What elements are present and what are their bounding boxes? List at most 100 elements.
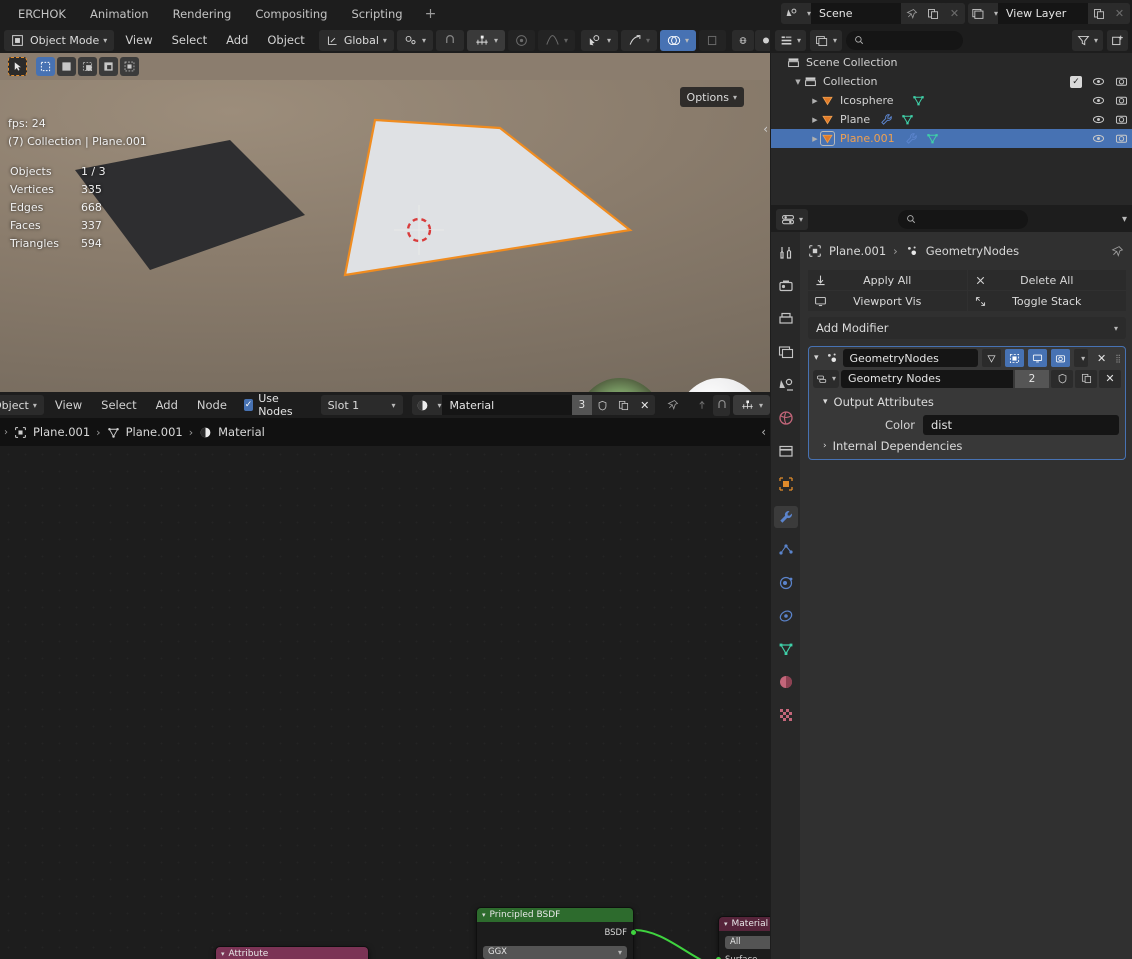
node-attribute-header[interactable]: ▾ Attribute: [216, 947, 368, 959]
breadcrumb-material[interactable]: Material: [199, 425, 265, 439]
shader-menu-node[interactable]: Node: [189, 395, 235, 416]
workspace-tab-4[interactable]: Scripting: [339, 0, 414, 27]
output-attributes-section[interactable]: ▾ Output Attributes: [809, 391, 1125, 413]
hide-in-viewport-icon[interactable]: [1092, 94, 1105, 107]
collapse-chevron-icon[interactable]: ▾: [221, 950, 225, 958]
use-nodes-toggle[interactable]: ✓ Use Nodes: [243, 392, 304, 418]
outliner-row-scene-collection[interactable]: Scene Collection: [771, 53, 1132, 72]
properties-pin-icon[interactable]: [1111, 245, 1124, 258]
select-extend-button[interactable]: [57, 57, 76, 76]
properties-breadcrumb-modifier[interactable]: GeometryNodes: [926, 244, 1019, 258]
proportional-edit-toggle[interactable]: ▾: [466, 29, 505, 51]
new-viewlayer-button[interactable]: [1088, 3, 1109, 24]
node-group-duplicate-button[interactable]: [1075, 369, 1097, 388]
modifier-name-field[interactable]: GeometryNodes: [842, 349, 979, 367]
properties-tab-collection[interactable]: [774, 440, 798, 462]
apply-all-button[interactable]: Apply All: [808, 270, 967, 290]
disable-in-render-icon[interactable]: [1115, 75, 1128, 88]
disclosure-triangle-icon[interactable]: ▶: [809, 97, 821, 105]
shader-sidebar-toggle[interactable]: ‹: [761, 425, 766, 439]
node-principled-bsdf[interactable]: ▾ Principled BSDF BSDF GGX ▾: [476, 907, 637, 959]
node-material-output-header[interactable]: ▾ Material Ou: [719, 917, 770, 931]
hide-in-viewport-icon[interactable]: [1092, 113, 1105, 126]
browse-node-group-button[interactable]: ▾: [813, 369, 839, 388]
shader-menu-select[interactable]: Select: [93, 395, 144, 416]
collapse-chevron-icon[interactable]: ▾: [724, 920, 728, 928]
pin-icon[interactable]: [901, 8, 923, 20]
select-invert-button[interactable]: [99, 57, 118, 76]
gizmo-toggle[interactable]: ▾: [621, 29, 658, 51]
tweak-tool-button[interactable]: [8, 57, 27, 76]
select-subtract-button[interactable]: [78, 57, 97, 76]
mesh-data-icon[interactable]: [901, 113, 914, 126]
shader-menu-add[interactable]: Add: [148, 395, 186, 416]
disable-in-render-icon[interactable]: [1115, 132, 1128, 145]
duplicate-material-button[interactable]: [613, 395, 635, 415]
add-modifier-button[interactable]: Add Modifier ▾: [808, 317, 1126, 339]
disclosure-triangle-icon[interactable]: ▶: [809, 116, 821, 124]
viewport-menu-select[interactable]: Select: [164, 30, 215, 51]
workspace-tab-3[interactable]: Compositing: [243, 0, 339, 27]
properties-editor-type-button[interactable]: ▾: [776, 208, 809, 230]
hide-in-viewport-icon[interactable]: [1092, 132, 1105, 145]
node-group-user-count[interactable]: 2: [1015, 369, 1049, 388]
node-group-unlink-button[interactable]: ✕: [1099, 369, 1121, 388]
collection-enable-checkbox[interactable]: ✓: [1070, 75, 1082, 88]
hide-in-viewport-icon[interactable]: [1092, 75, 1105, 88]
socket-bsdf-icon[interactable]: [630, 929, 637, 936]
shader-type-selector[interactable]: Object ▾: [0, 395, 44, 415]
modifier-extras-button[interactable]: ▾: [1074, 349, 1089, 367]
select-intersect-button[interactable]: [120, 57, 139, 76]
viewport-vis-button[interactable]: Viewport Vis: [808, 291, 967, 311]
modifier-wrench-icon[interactable]: [905, 132, 918, 145]
input-socket-surface[interactable]: Surface: [715, 953, 770, 959]
scene-selector[interactable]: ▾ Scene ✕: [780, 3, 965, 24]
properties-tab-output[interactable]: [774, 308, 798, 330]
modifier-edit-mode-toggle[interactable]: [982, 349, 1002, 367]
viewlayer-selector[interactable]: ▾ View Layer ✕: [967, 3, 1130, 24]
properties-tab-particles[interactable]: [774, 539, 798, 561]
properties-tab-view-layer[interactable]: [774, 341, 798, 363]
outliner-search-input[interactable]: [846, 30, 964, 50]
node-snap-settings[interactable]: ▾: [733, 395, 771, 415]
mesh-data-icon[interactable]: [912, 94, 925, 107]
properties-breadcrumb-object[interactable]: Plane.001: [829, 244, 886, 258]
viewport-menu-view[interactable]: View: [117, 30, 160, 51]
overlays-toggle[interactable]: ▾: [660, 29, 697, 51]
node-group-name-field[interactable]: Geometry Nodes: [841, 369, 1013, 388]
workspace-tab-1[interactable]: Animation: [78, 0, 161, 27]
properties-search-input[interactable]: [897, 209, 1028, 229]
properties-options-chevron-icon[interactable]: ▾: [1122, 214, 1127, 225]
modifier-realtime-edit-toggle[interactable]: [1005, 349, 1025, 367]
breadcrumb-object[interactable]: Plane.001: [14, 425, 90, 439]
properties-tab-scene[interactable]: [774, 374, 798, 396]
material-user-count[interactable]: 3: [571, 395, 593, 415]
properties-tab-render[interactable]: [774, 275, 798, 297]
transform-orientation-selector[interactable]: Global ▾: [318, 29, 394, 51]
outliner-row-plane[interactable]: ▶ Plane: [771, 110, 1132, 129]
output-socket-bsdf[interactable]: BSDF: [483, 926, 637, 940]
toggle-stack-button[interactable]: Toggle Stack: [967, 291, 1126, 311]
breadcrumb-mesh[interactable]: Plane.001: [107, 425, 183, 439]
outliner-row-collection[interactable]: ▼ Collection ✓: [771, 72, 1132, 91]
node-group-fake-user-button[interactable]: [1051, 369, 1073, 388]
disable-in-render-icon[interactable]: [1115, 113, 1128, 126]
modifier-drag-handle[interactable]: ⣿: [1115, 354, 1122, 363]
delete-scene-button[interactable]: ✕: [943, 3, 965, 24]
properties-tab-modifier[interactable]: [773, 506, 798, 528]
collapse-chevron-icon[interactable]: ▾: [482, 911, 486, 919]
mesh-data-icon[interactable]: [926, 132, 939, 145]
disclosure-triangle-icon[interactable]: ▶: [809, 135, 821, 143]
go-to-parent-button[interactable]: [694, 395, 711, 416]
target-dropdown[interactable]: All: [725, 935, 770, 949]
properties-tab-texture[interactable]: [774, 704, 798, 726]
properties-tab-physics[interactable]: [774, 572, 798, 594]
outliner-row-icosphere[interactable]: ▶ Icosphere: [771, 91, 1132, 110]
outliner-filter-button[interactable]: ▾: [1072, 29, 1104, 51]
modifier-render-toggle[interactable]: [1051, 349, 1071, 367]
node-attribute[interactable]: ▾ Attribute Color Vector Fac: [215, 946, 369, 959]
scene-name[interactable]: Scene: [810, 3, 901, 24]
disable-in-render-icon[interactable]: [1115, 94, 1128, 107]
viewport-menu-add[interactable]: Add: [218, 30, 256, 51]
fake-user-button[interactable]: [592, 395, 614, 415]
